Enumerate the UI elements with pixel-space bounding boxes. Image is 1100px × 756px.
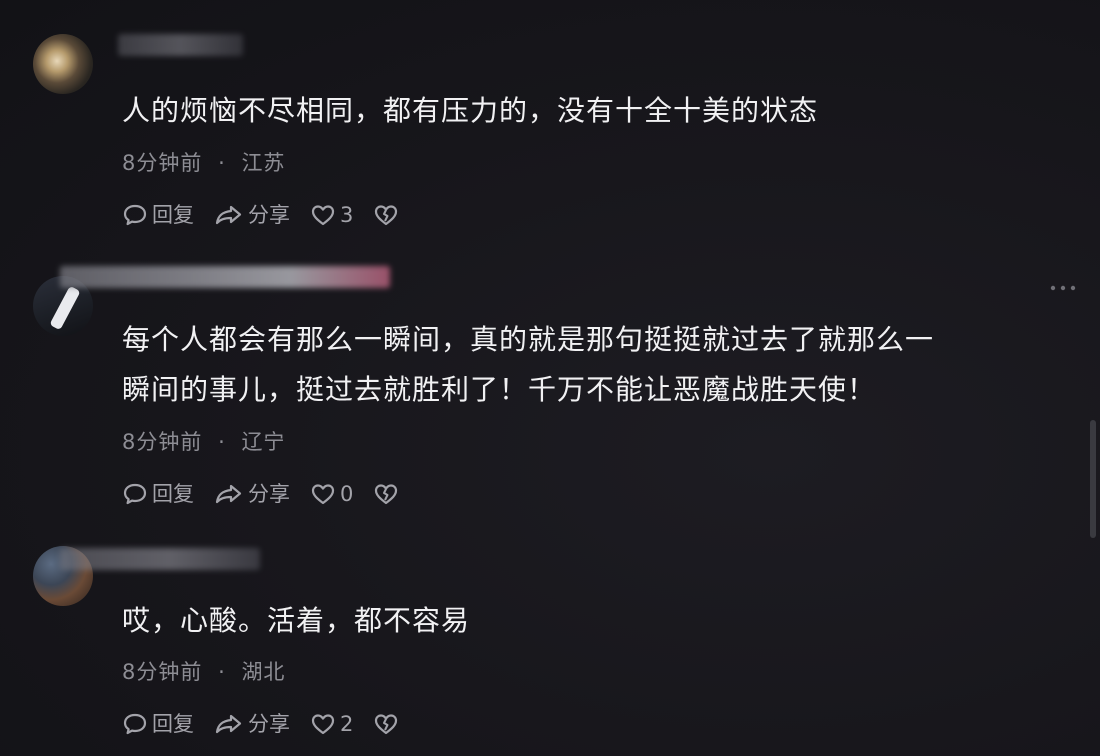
comment-text: 哎，心酸。活着，都不容易 (122, 604, 471, 637)
scrollbar[interactable] (1090, 420, 1096, 538)
comment-time: 8分钟前 (122, 660, 203, 684)
comment-time: 8分钟前 (122, 430, 203, 454)
share-arrow-icon (215, 484, 242, 504)
reply-button[interactable]: 回复 (122, 481, 194, 507)
like-button[interactable]: 3 (310, 202, 353, 228)
reply-label: 回复 (152, 482, 194, 506)
heart-outline-icon (311, 714, 335, 735)
comment-text: 人的烦恼不尽相同，都有压力的，没有十全十美的状态 (122, 94, 819, 127)
like-button[interactable]: 2 (310, 711, 353, 737)
comment-bubble-icon (123, 483, 147, 505)
reply-label: 回复 (152, 203, 194, 227)
share-label: 分享 (248, 712, 290, 736)
comment-meta: 8分钟前 · 湖北 (122, 659, 285, 685)
dislike-button[interactable] (373, 712, 403, 736)
heart-outline-icon (311, 484, 335, 505)
share-button[interactable]: 分享 (214, 202, 290, 228)
share-arrow-icon (215, 205, 242, 225)
heart-outline-icon (311, 205, 335, 226)
like-count: 3 (340, 203, 354, 227)
comment-location: 辽宁 (241, 430, 286, 454)
share-button[interactable]: 分享 (214, 481, 290, 507)
dislike-button[interactable] (373, 482, 403, 506)
comment-location: 江苏 (241, 151, 286, 175)
meta-separator: · (218, 660, 226, 684)
broken-heart-icon (375, 484, 398, 505)
like-count: 2 (340, 712, 354, 736)
username-redacted[interactable] (60, 266, 390, 288)
share-label: 分享 (248, 203, 290, 227)
share-button[interactable]: 分享 (214, 711, 290, 737)
comment-meta: 8分钟前 · 江苏 (122, 150, 285, 176)
dislike-button[interactable] (373, 203, 403, 227)
reply-label: 回复 (152, 712, 194, 736)
comment-meta: 8分钟前 · 辽宁 (122, 429, 285, 455)
comment-time: 8分钟前 (122, 151, 203, 175)
meta-separator: · (218, 430, 226, 454)
share-arrow-icon (215, 714, 242, 734)
broken-heart-icon (375, 205, 398, 226)
more-dots-icon[interactable] (1048, 283, 1078, 293)
comment-bubble-icon (123, 204, 147, 226)
comment-actions: 回复 分享 0 (122, 481, 423, 507)
comment-text: 每个人都会有那么一瞬间，真的就是那句挺挺就过去了就那么一 瞬间的事儿，挺过去就胜… (122, 317, 1060, 413)
username-redacted[interactable] (60, 548, 260, 570)
meta-separator: · (218, 151, 226, 175)
comment-actions: 回复 分享 3 (122, 202, 423, 228)
reply-button[interactable]: 回复 (122, 202, 194, 228)
username-redacted[interactable] (118, 34, 243, 56)
comment-actions: 回复 分享 2 (122, 711, 423, 737)
broken-heart-icon (375, 714, 398, 735)
avatar[interactable] (33, 34, 93, 94)
like-button[interactable]: 0 (310, 481, 353, 507)
comment-location: 湖北 (241, 660, 286, 684)
like-count: 0 (340, 482, 354, 506)
reply-button[interactable]: 回复 (122, 711, 194, 737)
comment-bubble-icon (123, 713, 147, 735)
share-label: 分享 (248, 482, 290, 506)
comment-list-screen: 人的烦恼不尽相同，都有压力的，没有十全十美的状态 8分钟前 · 江苏 回复 分享 (0, 0, 1100, 756)
comment-text-line-1: 每个人都会有那么一瞬间，真的就是那句挺挺就过去了就那么一 (122, 323, 935, 356)
comment-text-line-2: 瞬间的事儿，挺过去就胜利了！千万不能让恶魔战胜天使！ (122, 373, 877, 406)
